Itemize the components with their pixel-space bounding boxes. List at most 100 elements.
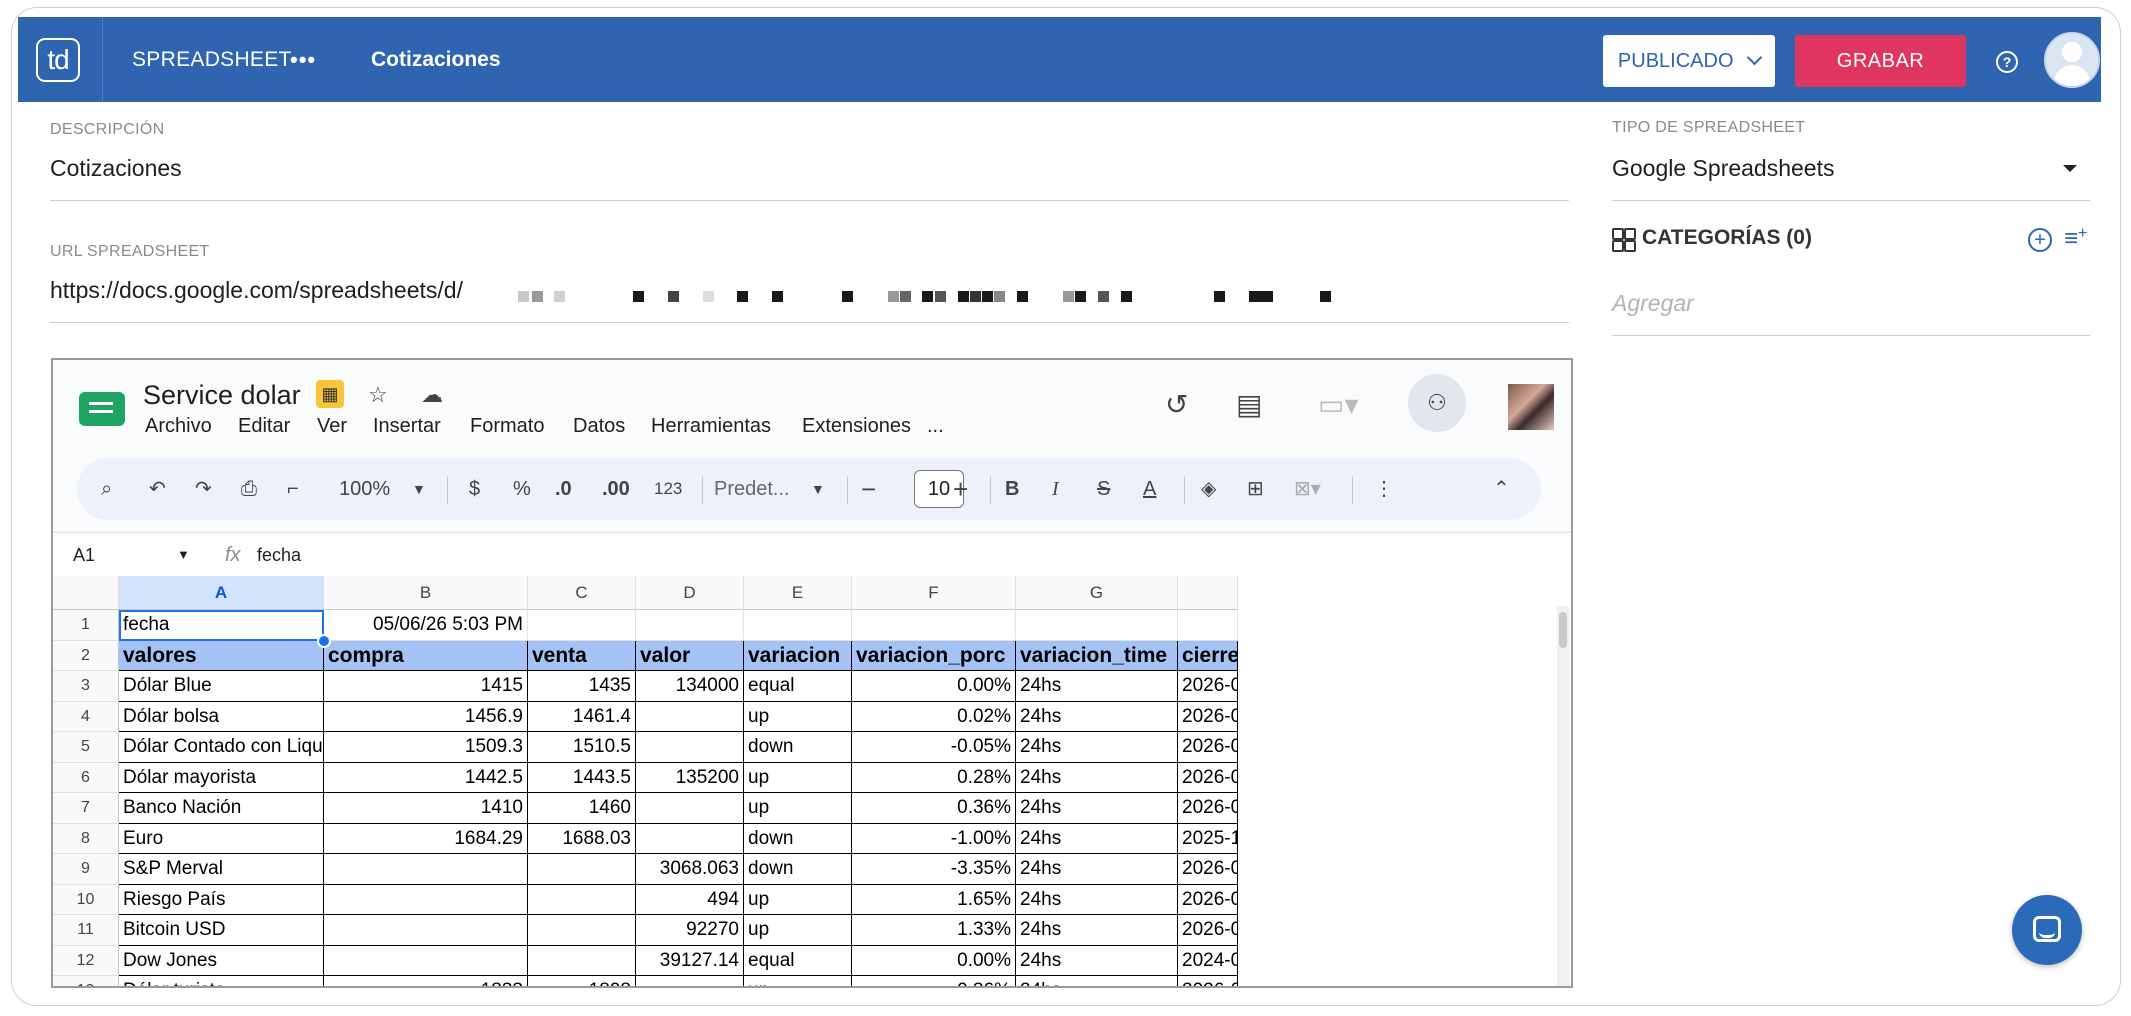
table-cell[interactable] <box>324 945 528 976</box>
table-cell[interactable]: 05/06/26 5:03 PM <box>324 610 528 641</box>
table-cell[interactable]: 24hs <box>1016 854 1178 885</box>
header-cell[interactable]: variacion_porc <box>852 640 1016 671</box>
column-header[interactable]: C <box>528 576 636 610</box>
table-cell[interactable]: 1688.03 <box>528 823 636 854</box>
table-cell[interactable]: 1443.5 <box>528 762 636 793</box>
row-header[interactable]: 6 <box>53 762 119 793</box>
fill-color-icon[interactable]: ◈ <box>1201 458 1216 520</box>
column-header[interactable]: E <box>744 576 852 610</box>
merge-cells-icon[interactable]: ⊠▾ <box>1294 458 1321 520</box>
menu-ver[interactable]: Ver <box>317 415 347 438</box>
row-header[interactable]: 9 <box>53 854 119 885</box>
redo-icon[interactable]: ↷ <box>195 458 212 520</box>
row-header[interactable]: 11 <box>53 915 119 946</box>
table-cell[interactable]: 24hs <box>1016 945 1178 976</box>
hidden-sheet-icon[interactable]: ▦ <box>316 380 344 408</box>
table-cell[interactable]: 1435 <box>528 671 636 702</box>
fill-handle[interactable] <box>317 633 331 648</box>
name-box-caret-icon[interactable]: ▼ <box>177 533 190 577</box>
italic-icon[interactable]: I <box>1052 458 1059 520</box>
table-cell[interactable]: up <box>744 915 852 946</box>
text-color-icon[interactable]: A <box>1143 458 1156 520</box>
undo-icon[interactable]: ↶ <box>149 458 166 520</box>
table-cell[interactable]: 2025-11 <box>1178 823 1238 854</box>
avatar[interactable] <box>2044 32 2100 88</box>
paint-format-icon[interactable]: ⌐ <box>287 458 299 520</box>
row-header[interactable]: 5 <box>53 732 119 763</box>
increase-decimal[interactable]: .00 <box>602 458 630 520</box>
publish-status-dropdown[interactable]: PUBLICADO <box>1603 35 1775 87</box>
font-size-minus-icon[interactable]: − <box>861 458 876 520</box>
menu-insertar[interactable]: Insertar <box>373 415 441 438</box>
table-cell[interactable]: down <box>744 823 852 854</box>
currency-format[interactable]: $ <box>469 458 480 520</box>
row-header[interactable]: 13 <box>53 976 119 986</box>
menu-more[interactable]: ... <box>927 415 944 438</box>
table-cell[interactable]: 0.36% <box>852 793 1016 824</box>
table-cell[interactable] <box>528 884 636 915</box>
table-cell[interactable]: 1461.4 <box>528 701 636 732</box>
table-cell[interactable]: Riesgo País <box>119 884 324 915</box>
table-cell[interactable]: 1415 <box>324 671 528 702</box>
header-cell[interactable]: valor <box>636 640 744 671</box>
cloud-icon[interactable]: ☁ <box>421 382 443 408</box>
table-cell[interactable]: 1442.5 <box>324 762 528 793</box>
table-cell[interactable]: 24hs <box>1016 915 1178 946</box>
borders-icon[interactable]: ⊞ <box>1247 458 1264 520</box>
zoom-caret-icon[interactable]: ▼ <box>412 458 426 520</box>
row-header[interactable]: 4 <box>53 701 119 732</box>
row-header[interactable]: 1 <box>53 610 119 641</box>
print-icon[interactable]: ⎙ <box>241 458 257 520</box>
table-cell[interactable]: Dow Jones <box>119 945 324 976</box>
table-cell[interactable]: Dólar turista <box>119 976 324 986</box>
table-cell[interactable] <box>528 945 636 976</box>
table-cell[interactable]: 1456.9 <box>324 701 528 732</box>
description-field[interactable]: Cotizaciones <box>50 155 182 182</box>
add-category-icon[interactable]: + <box>2028 228 2052 252</box>
table-cell[interactable]: 2026-06 <box>1178 732 1238 763</box>
table-cell[interactable]: up <box>744 701 852 732</box>
table-cell[interactable]: 494 <box>636 884 744 915</box>
column-header[interactable]: D <box>636 576 744 610</box>
row-header[interactable]: 8 <box>53 823 119 854</box>
table-cell[interactable]: 24hs <box>1016 701 1178 732</box>
history-icon[interactable]: ↺ <box>1165 388 1188 421</box>
column-header[interactable]: B <box>324 576 528 610</box>
column-header[interactable]: A <box>119 576 324 610</box>
table-cell[interactable]: 1.33% <box>852 915 1016 946</box>
column-header[interactable]: G <box>1016 576 1178 610</box>
table-cell[interactable] <box>636 610 744 641</box>
table-cell[interactable]: 3068.063 <box>636 854 744 885</box>
table-cell[interactable]: Dólar bolsa <box>119 701 324 732</box>
table-cell[interactable]: 2026-06 <box>1178 671 1238 702</box>
collapse-toolbar-icon[interactable]: ⌃ <box>1493 458 1510 520</box>
row-header[interactable]: 10 <box>53 884 119 915</box>
font-select[interactable]: Predet... <box>714 458 790 520</box>
table-cell[interactable]: 1898 <box>528 976 636 986</box>
share-icon[interactable]: ⚇ <box>1408 374 1466 432</box>
table-cell[interactable] <box>528 854 636 885</box>
font-size-plus-icon[interactable]: + <box>953 458 968 520</box>
table-cell[interactable]: 92270 <box>636 915 744 946</box>
table-cell[interactable]: 1460 <box>528 793 636 824</box>
comment-icon[interactable]: ▤ <box>1236 388 1262 421</box>
help-icon[interactable]: ? <box>1996 51 2018 73</box>
table-cell[interactable] <box>636 793 744 824</box>
table-cell[interactable] <box>636 976 744 986</box>
formula-input[interactable]: fecha <box>257 533 301 577</box>
table-cell[interactable]: 2026-06 <box>1178 854 1238 885</box>
star-icon[interactable]: ☆ <box>368 382 388 408</box>
url-field[interactable]: https://docs.google.com/spreadsheets/d/ <box>50 277 463 304</box>
table-cell[interactable]: -0.05% <box>852 732 1016 763</box>
table-cell[interactable]: Dólar Contado con Liqu <box>119 732 324 763</box>
header-cell[interactable]: compra <box>324 640 528 671</box>
header-cell[interactable]: valores <box>119 640 324 671</box>
table-cell[interactable]: up <box>744 884 852 915</box>
table-cell[interactable]: 0.00% <box>852 671 1016 702</box>
table-cell[interactable]: 0.00% <box>852 945 1016 976</box>
table-cell[interactable] <box>852 610 1016 641</box>
table-cell[interactable] <box>324 854 528 885</box>
table-cell[interactable]: 39127.14 <box>636 945 744 976</box>
table-cell[interactable]: Dólar mayorista <box>119 762 324 793</box>
row-header[interactable]: 12 <box>53 945 119 976</box>
